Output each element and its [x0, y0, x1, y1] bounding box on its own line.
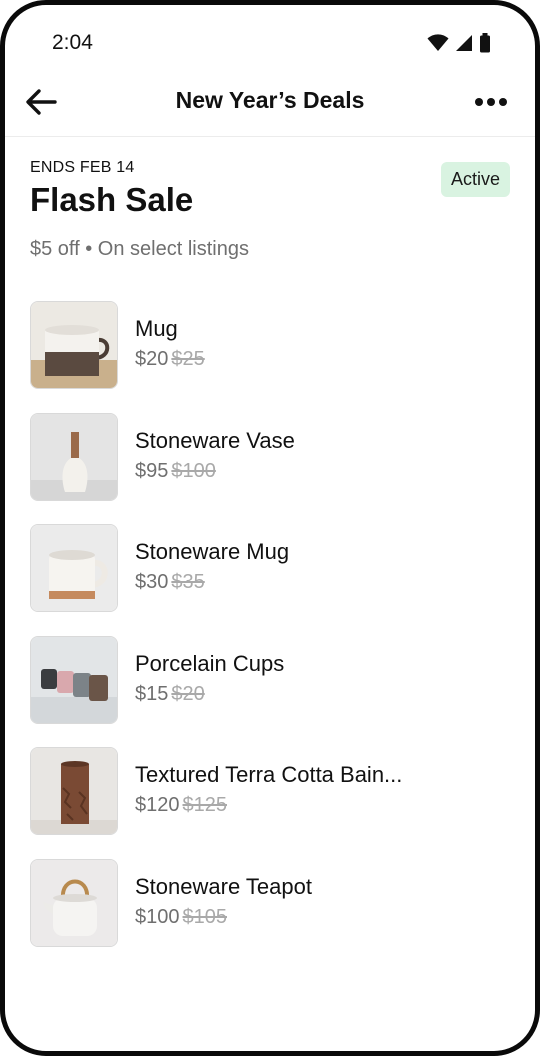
vase-thumbnail: [30, 412, 118, 501]
teapot-thumbnail: [30, 858, 118, 947]
sale-title: Flash Sale: [30, 181, 194, 218]
sale-price: $95: [135, 459, 169, 482]
signal-icon: [456, 35, 472, 51]
listing-name: Stoneware Mug: [135, 539, 290, 564]
original-price: $35: [171, 571, 205, 593]
mug-thumbnail: [30, 301, 118, 389]
listing-list: Mug $20 $25 Stoneware Vase $95 $100 Ston…: [30, 298, 510, 967]
more-horizontal-icon: [475, 98, 507, 106]
sale-description: $5 off • On select listings: [30, 238, 249, 260]
more-options-button[interactable]: [471, 87, 511, 117]
stoneware-mug-thumbnail: [30, 524, 118, 612]
listing-item-porcelain-cups[interactable]: Porcelain Cups $15 $20: [30, 633, 510, 745]
status-bar: 2:04: [5, 5, 535, 77]
listing-name: Stoneware Vase: [135, 427, 295, 453]
listing-name: Mug: [135, 316, 178, 341]
sale-price: $100: [135, 905, 180, 928]
listing-item-stoneware-vase[interactable]: Stoneware Vase $95 $100: [30, 410, 510, 522]
porcelain-cups-thumbnail: [30, 635, 118, 724]
listing-item-stoneware-mug[interactable]: Stoneware Mug $30 $35: [30, 521, 510, 633]
ends-label: ENDS FEB 14: [30, 159, 135, 176]
original-price: $100: [171, 459, 216, 482]
listing-item-stoneware-teapot[interactable]: Stoneware Teapot $100 $105: [30, 856, 510, 968]
sale-header: ENDS FEB 14 Flash Sale $5 off • On selec…: [30, 159, 510, 261]
listing-name: Porcelain Cups: [135, 650, 285, 676]
original-price: $105: [182, 905, 228, 928]
sale-price: $15: [135, 682, 169, 705]
listing-name: Stoneware Teapot: [135, 873, 312, 899]
listing-item-mug[interactable]: Mug $20 $25: [30, 298, 510, 410]
wifi-icon: [427, 34, 449, 51]
listing-name: Textured Terra Cotta Bain...: [135, 762, 403, 787]
status-time: 2:04: [52, 31, 93, 54]
status-icons: [427, 32, 491, 54]
sale-price: $120: [135, 794, 180, 816]
listing-item-textured-terra-cotta[interactable]: Textured Terra Cotta Bain... $120 $125: [30, 744, 510, 856]
original-price: $25: [171, 348, 205, 370]
page-title: New Year’s Deals: [175, 87, 365, 113]
sale-price: $20: [135, 348, 169, 370]
original-price: $125: [182, 794, 228, 816]
original-price: $20: [171, 682, 205, 705]
sale-price: $30: [135, 571, 169, 593]
terra-cotta-thumbnail: [30, 747, 118, 835]
app-bar: New Year’s Deals: [5, 69, 535, 137]
battery-icon: [480, 33, 490, 53]
phone-frame: 2:04 New Year’s Deals ENDS FEB 14 Flash …: [0, 0, 540, 1056]
status-badge: Active: [440, 162, 510, 197]
